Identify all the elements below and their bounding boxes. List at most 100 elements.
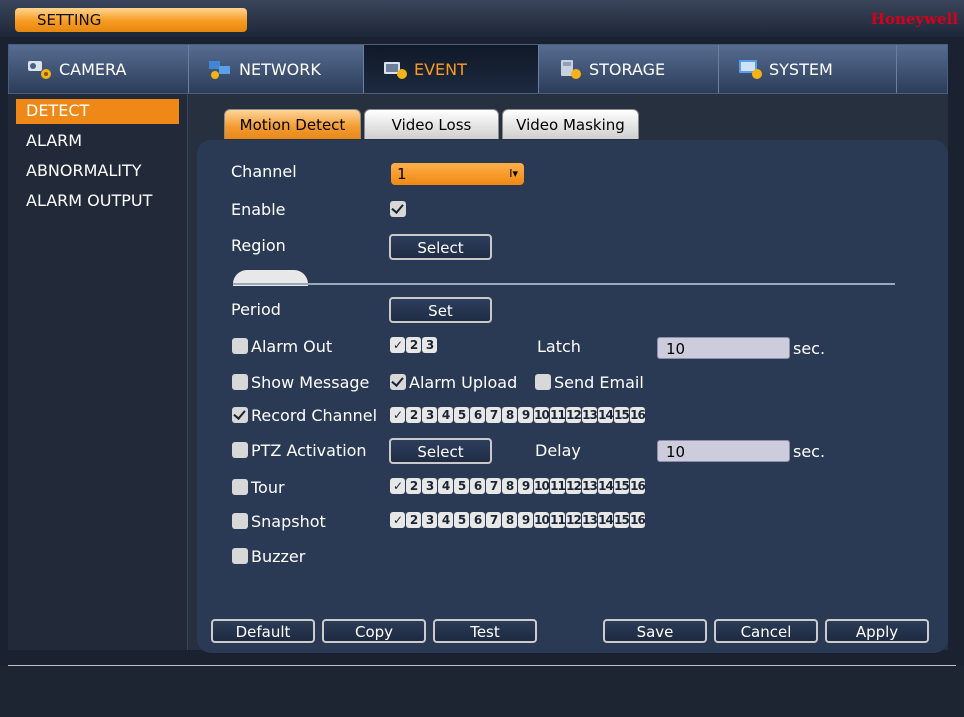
alarm-out-channel[interactable]: 3 (422, 337, 437, 353)
ptz-select-button[interactable]: Select (389, 438, 492, 464)
channel-toggle[interactable]: 7 (486, 478, 501, 494)
alarm-out-checkbox[interactable]: Alarm Out (232, 337, 332, 356)
channel-toggle[interactable]: 14 (598, 407, 614, 423)
channel-toggle[interactable]: 11 (550, 512, 566, 528)
channel-toggle[interactable]: 16 (630, 478, 646, 494)
tab-camera[interactable]: CAMERA (9, 45, 189, 93)
tab-network[interactable]: NETWORK (189, 45, 364, 93)
channel-toggle[interactable]: ✓ (390, 407, 405, 423)
channel-toggle[interactable]: 15 (614, 478, 630, 494)
tab-video-loss[interactable]: Video Loss (364, 109, 499, 139)
channel-toggle[interactable]: 3 (422, 407, 437, 423)
latch-label: Latch (537, 337, 581, 356)
brand-logo: Honeywell (870, 10, 958, 28)
channel-toggle[interactable]: 16 (630, 407, 646, 423)
buzzer-checkbox[interactable]: Buzzer (232, 547, 305, 566)
channel-toggle[interactable]: 3 (422, 512, 437, 528)
tab-motion-detect[interactable]: Motion Detect (224, 109, 361, 139)
test-button[interactable]: Test (433, 619, 537, 643)
channel-toggle[interactable]: 11 (550, 407, 566, 423)
channel-toggle[interactable]: 12 (566, 478, 582, 494)
motion-detect-panel (197, 140, 948, 653)
channel-toggle[interactable]: 10 (534, 478, 550, 494)
channel-label: Channel (231, 162, 297, 181)
channel-toggle[interactable]: 16 (630, 512, 646, 528)
enable-checkbox[interactable] (390, 200, 409, 219)
sidebar-item-abnormality[interactable]: ABNORMALITY (16, 159, 179, 184)
channel-toggle[interactable]: ✓ (390, 512, 405, 528)
channel-toggle[interactable]: 7 (486, 407, 501, 423)
channel-toggle[interactable]: 15 (614, 407, 630, 423)
channel-toggle[interactable]: 4 (438, 478, 453, 494)
divider (233, 283, 895, 285)
channel-toggle[interactable]: 9 (518, 512, 533, 528)
channel-toggle[interactable]: 6 (470, 478, 485, 494)
sidebar-item-alarm[interactable]: ALARM (16, 129, 179, 154)
storage-icon (557, 58, 585, 80)
channel-toggle[interactable]: 6 (470, 407, 485, 423)
channel-toggle[interactable]: 10 (534, 512, 550, 528)
tab-video-masking[interactable]: Video Masking (502, 109, 639, 139)
alarm-upload-checkbox[interactable]: Alarm Upload (390, 373, 517, 392)
period-label: Period (231, 300, 281, 319)
channel-select[interactable]: 1 I▾ (391, 163, 524, 185)
delay-unit: sec. (793, 442, 826, 461)
camera-icon (27, 58, 55, 80)
sidebar-item-alarm-output[interactable]: ALARM OUTPUT (16, 189, 179, 214)
copy-button[interactable]: Copy (322, 619, 426, 643)
channel-toggle[interactable]: 14 (598, 478, 614, 494)
record-channel-checkbox[interactable]: Record Channel (232, 406, 377, 425)
channel-toggle[interactable]: 5 (454, 512, 469, 528)
default-button[interactable]: Default (211, 619, 315, 643)
tab-storage[interactable]: STORAGE (539, 45, 719, 93)
alarm-out-channel[interactable]: 2 (406, 337, 421, 353)
show-message-checkbox[interactable]: Show Message (232, 373, 369, 392)
ptz-activation-label: PTZ Activation (251, 441, 367, 460)
send-email-checkbox[interactable]: Send Email (535, 373, 644, 392)
channel-toggle[interactable]: 15 (614, 512, 630, 528)
sidebar-item-detect[interactable]: DETECT (16, 99, 179, 124)
channel-toggle[interactable]: 11 (550, 478, 566, 494)
channel-toggle[interactable]: 2 (406, 512, 421, 528)
checkbox-icon (232, 513, 248, 529)
channel-toggle[interactable]: 14 (598, 512, 614, 528)
channel-toggle[interactable]: 4 (438, 512, 453, 528)
check-icon (390, 201, 406, 217)
channel-toggle[interactable]: 10 (534, 407, 550, 423)
channel-toggle[interactable]: 2 (406, 478, 421, 494)
channel-toggle[interactable]: 13 (582, 478, 598, 494)
channel-toggle[interactable]: 12 (566, 512, 582, 528)
settings-window: SETTING Honeywell CAMERA NETWORK EVENT S… (0, 0, 964, 717)
channel-toggle[interactable]: 7 (486, 512, 501, 528)
channel-toggle[interactable]: 6 (470, 512, 485, 528)
channel-toggle[interactable]: 9 (518, 478, 533, 494)
alarm-out-channel[interactable]: ✓ (390, 337, 405, 353)
tour-checkbox[interactable]: Tour (232, 478, 285, 497)
cancel-button[interactable]: Cancel (714, 619, 818, 643)
latch-input[interactable]: 10 (657, 337, 790, 359)
channel-toggle[interactable]: ✓ (390, 478, 405, 494)
tab-event[interactable]: EVENT (364, 45, 539, 93)
delay-input[interactable]: 10 (657, 440, 790, 462)
channel-toggle[interactable]: 12 (566, 407, 582, 423)
channel-toggle[interactable]: 4 (438, 407, 453, 423)
channel-toggle[interactable]: 9 (518, 407, 533, 423)
tab-system[interactable]: SYSTEM (719, 45, 897, 93)
snapshot-checkbox[interactable]: Snapshot (232, 512, 326, 531)
snapshot-channels: ✓ 2 3 4 5 6 7 8 9 10 11 12 13 14 15 16 (390, 512, 646, 528)
period-set-button[interactable]: Set (389, 297, 492, 323)
channel-toggle[interactable]: 8 (502, 478, 517, 494)
channel-toggle[interactable]: 3 (422, 478, 437, 494)
channel-toggle[interactable]: 13 (582, 407, 598, 423)
channel-toggle[interactable]: 2 (406, 407, 421, 423)
channel-toggle[interactable]: 5 (454, 478, 469, 494)
channel-toggle[interactable]: 5 (454, 407, 469, 423)
enable-label: Enable (231, 200, 286, 219)
region-select-button[interactable]: Select (389, 234, 492, 260)
channel-toggle[interactable]: 8 (502, 407, 517, 423)
channel-toggle[interactable]: 13 (582, 512, 598, 528)
apply-button[interactable]: Apply (825, 619, 929, 643)
ptz-activation-checkbox[interactable]: PTZ Activation (232, 441, 367, 460)
channel-toggle[interactable]: 8 (502, 512, 517, 528)
save-button[interactable]: Save (603, 619, 707, 643)
